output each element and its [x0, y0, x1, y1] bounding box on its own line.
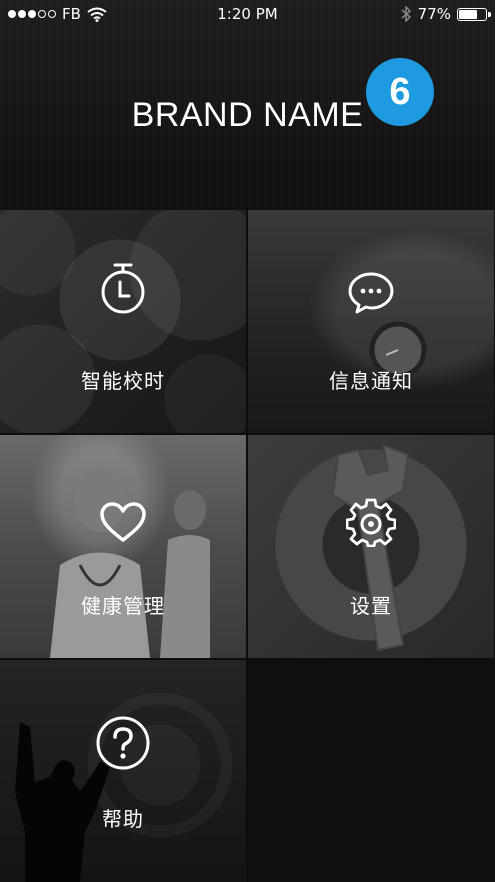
question-icon	[96, 716, 150, 770]
menu-label-help: 帮助	[102, 807, 144, 831]
notification-badge[interactable]: 6	[366, 58, 434, 126]
status-right: 77%	[401, 5, 491, 23]
doctor-silhouette-image	[50, 468, 210, 658]
battery-icon	[457, 7, 491, 21]
stopwatch-icon	[101, 263, 145, 314]
gear-icon	[346, 498, 396, 547]
status-bar: FB 1:20 PM 77%	[0, 0, 495, 30]
battery-fill	[459, 9, 477, 19]
menu-tile-health[interactable]: 健康管理	[0, 435, 246, 658]
clock-background-image	[0, 210, 246, 433]
battery-percent: 77%	[417, 5, 451, 23]
menu-tile-time-sync[interactable]: 智能校时	[0, 210, 246, 433]
heart-icon	[100, 502, 146, 542]
menu-tile-notifications[interactable]: 信息通知	[248, 210, 494, 433]
menu-tile-settings[interactable]: 设置	[248, 435, 494, 658]
menu-label-time-sync: 智能校时	[81, 369, 165, 393]
wrench-image	[331, 445, 410, 652]
menu-tile-help[interactable]: 帮助	[0, 660, 246, 882]
bluetooth-icon	[401, 6, 411, 22]
menu-label-notifications: 信息通知	[329, 369, 413, 393]
chat-bubble-icon	[348, 272, 394, 314]
menu-label-settings: 设置	[350, 594, 392, 618]
menu-label-health: 健康管理	[81, 594, 165, 618]
empty-tile	[248, 660, 495, 882]
